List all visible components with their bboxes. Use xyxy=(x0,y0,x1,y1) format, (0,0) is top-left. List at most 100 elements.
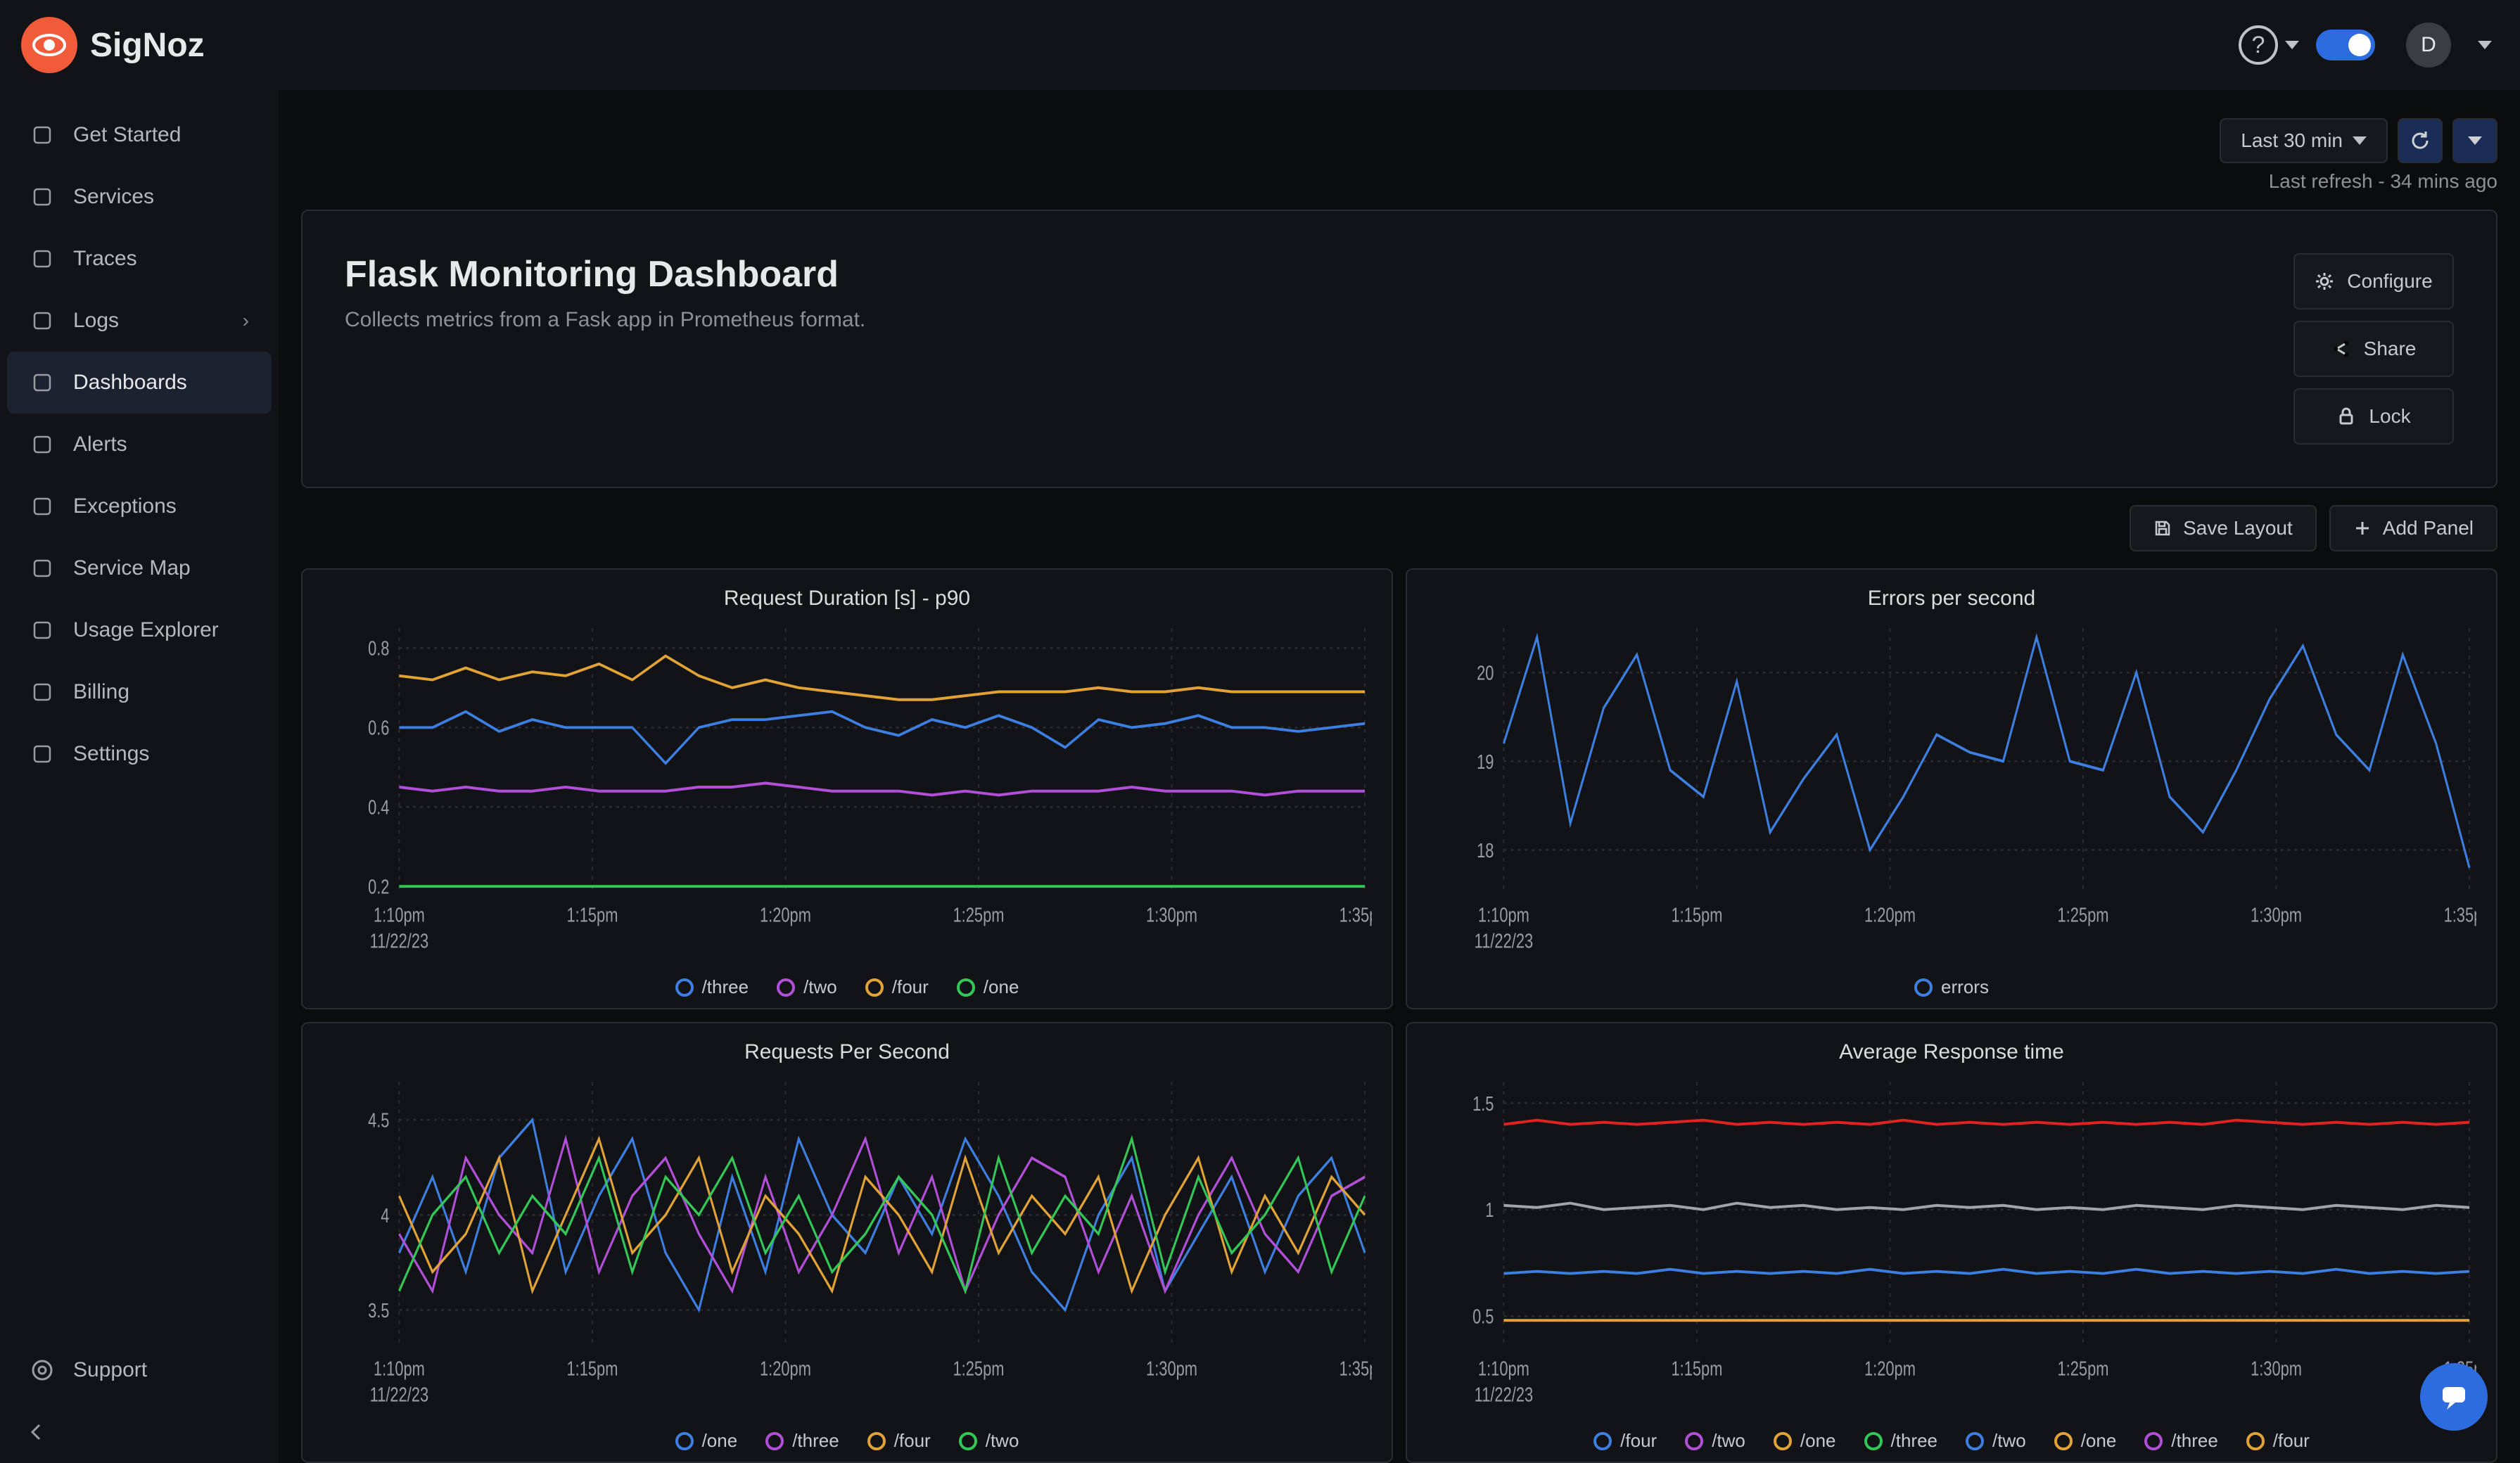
sidebar-item-billing[interactable]: Billing xyxy=(7,661,272,723)
sidebar-item-service-map[interactable]: Service Map xyxy=(7,537,272,599)
gear-icon xyxy=(30,741,55,767)
legend-swatch-icon xyxy=(1685,1432,1703,1450)
svg-text:19: 19 xyxy=(1477,751,1494,773)
panel-title: Average Response time xyxy=(1427,1040,2476,1064)
lock-icon xyxy=(2336,407,2356,426)
chart-area[interactable]: 3.544.51:10pm1:15pm1:20pm1:25pm1:30pm1:3… xyxy=(322,1073,1372,1422)
legend-item: /three xyxy=(675,976,749,998)
graph-icon xyxy=(30,556,55,581)
legend-label: /three xyxy=(1891,1430,1938,1452)
sidebar-item-settings[interactable]: Settings xyxy=(7,723,272,785)
svg-text:1:15pm: 1:15pm xyxy=(1671,1358,1722,1380)
sidebar-item-label: Get Started xyxy=(73,123,181,147)
sidebar: Get Started Services Traces Logs › Dashb… xyxy=(0,90,279,1463)
svg-text:1:10pm: 1:10pm xyxy=(1478,1358,1529,1380)
legend-swatch-icon xyxy=(865,978,884,997)
button-label: Share xyxy=(2364,338,2417,360)
legend-item: /four xyxy=(865,976,929,998)
button-label: Configure xyxy=(2347,270,2432,293)
sidebar-item-label: Settings xyxy=(73,742,149,766)
help-icon: ? xyxy=(2239,25,2278,65)
legend-label: /three xyxy=(702,976,749,998)
support-icon xyxy=(30,1357,55,1383)
share-button[interactable]: Share xyxy=(2293,321,2454,377)
svg-text:1:20pm: 1:20pm xyxy=(1864,1358,1916,1380)
refresh-interval-button[interactable] xyxy=(2452,118,2497,163)
chevron-down-icon xyxy=(2468,136,2482,145)
save-layout-button[interactable]: Save Layout xyxy=(2130,505,2317,551)
chart-area[interactable]: 0.20.40.60.81:10pm1:15pm1:20pm1:25pm1:30… xyxy=(322,619,1372,968)
help-button[interactable]: ? xyxy=(2239,25,2299,65)
svg-text:1:20pm: 1:20pm xyxy=(760,905,811,926)
sidebar-item-dashboards[interactable]: Dashboards xyxy=(7,352,272,414)
sidebar-item-label: Usage Explorer xyxy=(73,618,219,642)
svg-text:20: 20 xyxy=(1477,663,1494,684)
sidebar-item-support[interactable]: Support xyxy=(7,1339,272,1401)
svg-text:1.5: 1.5 xyxy=(1472,1093,1494,1115)
sidebar-item-usage-explorer[interactable]: Usage Explorer xyxy=(7,599,272,661)
svg-text:1:25pm: 1:25pm xyxy=(2058,905,2109,926)
legend-item: /two xyxy=(1685,1430,1745,1452)
card-icon xyxy=(30,679,55,705)
avatar[interactable]: D xyxy=(2406,23,2451,68)
svg-text:1:15pm: 1:15pm xyxy=(566,905,618,926)
add-panel-button[interactable]: Add Panel xyxy=(2329,505,2497,551)
legend-swatch-icon xyxy=(777,978,795,997)
logo-icon xyxy=(21,17,77,73)
dashboard-subtitle: Collects metrics from a Fask app in Prom… xyxy=(345,308,2293,332)
rocket-icon xyxy=(30,122,55,148)
chart-area[interactable]: 1819201:10pm1:15pm1:20pm1:25pm1:30pm1:35… xyxy=(1427,619,2476,968)
svg-text:1:30pm: 1:30pm xyxy=(1146,1358,1197,1380)
warning-icon xyxy=(30,494,55,519)
sidebar-collapse-button[interactable] xyxy=(23,1418,51,1446)
chat-fab[interactable] xyxy=(2420,1363,2488,1431)
legend: errors xyxy=(1427,976,2476,998)
time-range-select[interactable]: Last 30 min xyxy=(2220,118,2388,163)
button-label: Lock xyxy=(2369,405,2410,428)
sidebar-item-traces[interactable]: Traces xyxy=(7,228,272,290)
time-range-label: Last 30 min xyxy=(2241,129,2343,152)
refresh-button[interactable] xyxy=(2398,118,2443,163)
sidebar-item-logs[interactable]: Logs › xyxy=(7,290,272,352)
legend-swatch-icon xyxy=(1864,1432,1883,1450)
brand-name: SigNoz xyxy=(90,26,205,65)
svg-text:1: 1 xyxy=(1485,1199,1494,1221)
legend-label: errors xyxy=(1941,976,1989,998)
legend-label: /one xyxy=(1800,1430,1836,1452)
avatar-chevron-down-icon[interactable] xyxy=(2478,41,2492,49)
svg-text:1:10pm: 1:10pm xyxy=(374,1358,425,1380)
sidebar-item-exceptions[interactable]: Exceptions xyxy=(7,475,272,537)
legend-item: /one xyxy=(1774,1430,1836,1452)
legend-swatch-icon xyxy=(867,1432,886,1450)
legend-label: /three xyxy=(2171,1430,2218,1452)
legend-item: /three xyxy=(1864,1430,1938,1452)
legend-swatch-icon xyxy=(1914,978,1933,997)
button-label: Add Panel xyxy=(2383,517,2474,539)
legend-item: /one xyxy=(675,1430,738,1452)
chart-area[interactable]: 0.511.51:10pm1:15pm1:20pm1:25pm1:30pm1:3… xyxy=(1427,1073,2476,1422)
sidebar-item-alerts[interactable]: Alerts xyxy=(7,414,272,475)
svg-text:4: 4 xyxy=(381,1205,389,1227)
legend-item: /four xyxy=(2246,1430,2310,1452)
panel-title: Requests Per Second xyxy=(322,1040,1372,1064)
lock-button[interactable]: Lock xyxy=(2293,388,2454,445)
configure-button[interactable]: Configure xyxy=(2293,253,2454,309)
svg-text:18: 18 xyxy=(1477,840,1494,862)
theme-toggle[interactable] xyxy=(2316,30,2375,60)
time-controls: Last 30 min xyxy=(301,118,2497,163)
svg-text:0.5: 0.5 xyxy=(1472,1306,1494,1328)
sidebar-item-label: Support xyxy=(73,1358,147,1382)
sidebar-item-label: Exceptions xyxy=(73,494,177,518)
legend-swatch-icon xyxy=(675,978,694,997)
sidebar-item-label: Logs xyxy=(73,309,119,333)
sidebar-item-get-started[interactable]: Get Started xyxy=(7,104,272,166)
topbar: SigNoz ? D xyxy=(0,0,2520,90)
sidebar-item-services[interactable]: Services xyxy=(7,166,272,228)
sidebar-item-label: Dashboards xyxy=(73,371,187,395)
sidebar-item-label: Billing xyxy=(73,680,129,704)
svg-text:1:25pm: 1:25pm xyxy=(953,1358,1005,1380)
flow-icon xyxy=(30,246,55,271)
svg-text:0.4: 0.4 xyxy=(368,797,389,819)
legend-label: /four xyxy=(892,976,929,998)
svg-text:1:35pm: 1:35pm xyxy=(1339,1358,1372,1380)
